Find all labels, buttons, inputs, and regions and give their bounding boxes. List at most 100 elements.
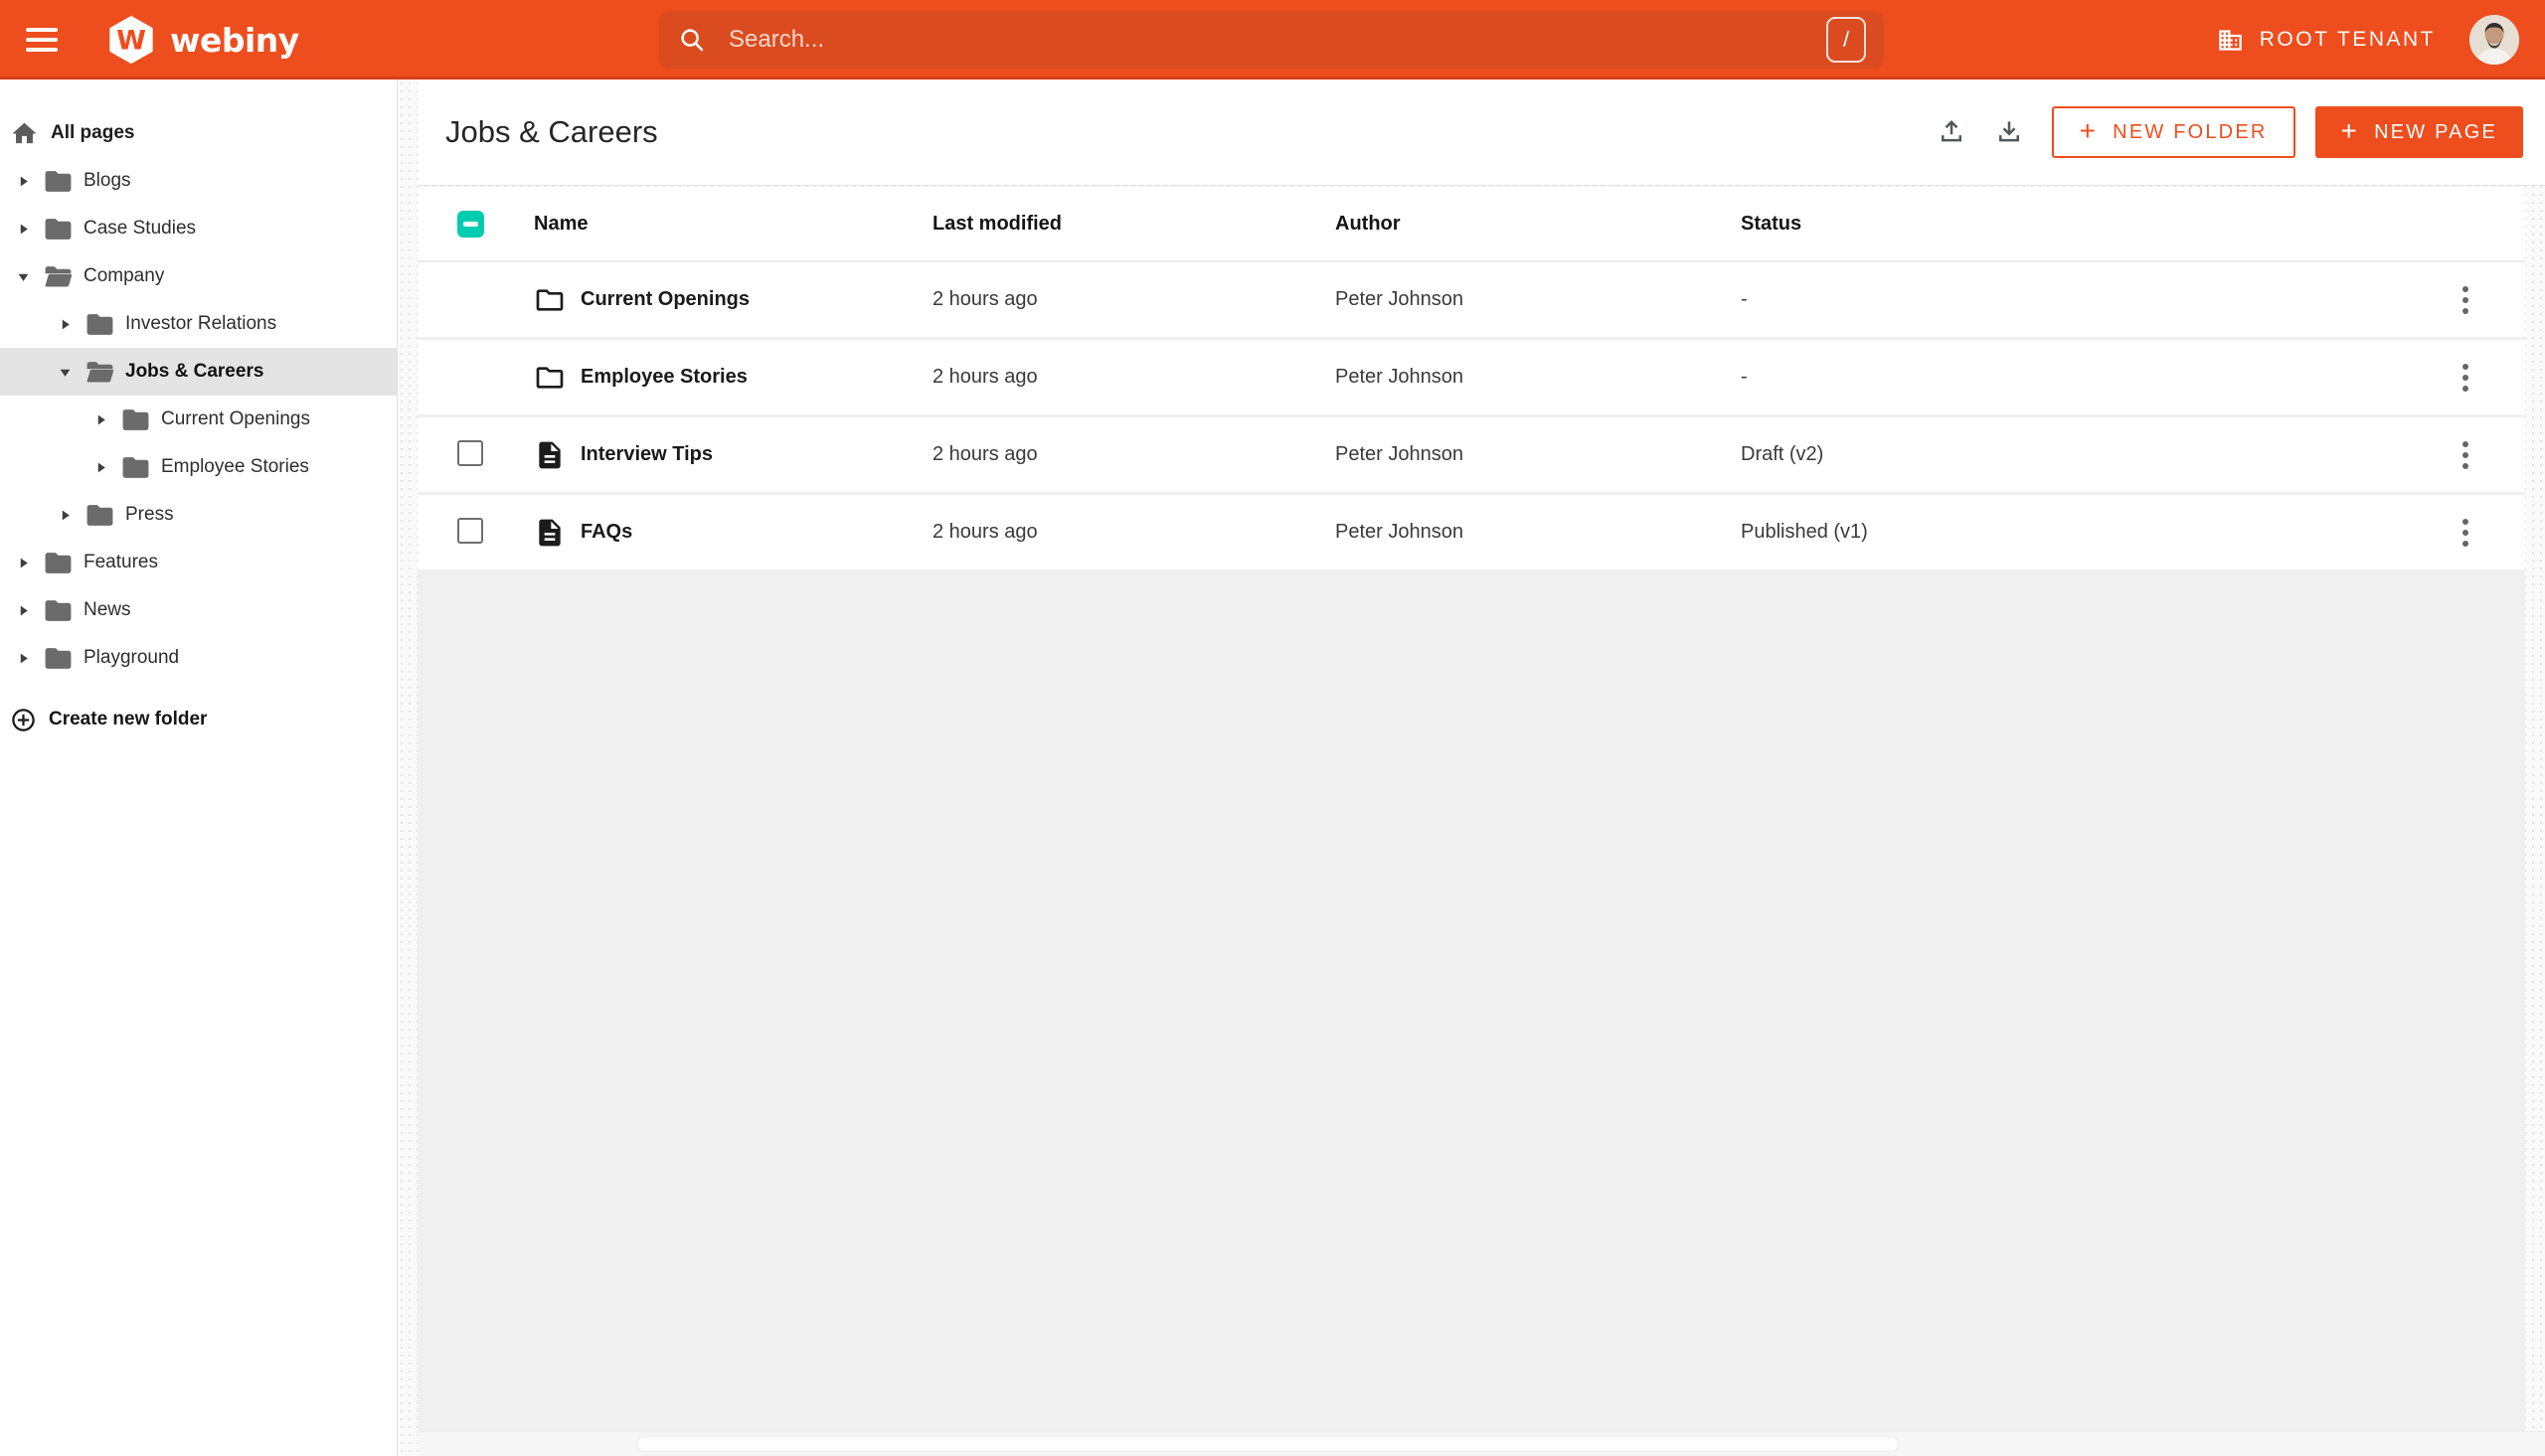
sidebar-item-label: News — [84, 599, 131, 620]
sidebar-item-company[interactable]: Company — [0, 252, 397, 300]
folder-tree-sidebar: All pages Blogs Case Studies Company Inv… — [0, 80, 398, 1456]
row-checkbox[interactable] — [457, 517, 483, 544]
sidebar-item-label: Blogs — [84, 170, 131, 191]
menu-icon[interactable] — [26, 17, 72, 63]
folder-closed-icon — [43, 214, 74, 244]
row-last-modified: 2 hours ago — [933, 366, 1038, 388]
caret-right-icon[interactable] — [93, 461, 107, 474]
search-bar[interactable]: / — [659, 11, 1884, 69]
folder-open-icon — [43, 261, 74, 292]
sidebar-item-all-pages[interactable]: All pages — [0, 109, 397, 157]
caret-right-icon[interactable] — [16, 223, 30, 236]
select-all-checkbox-indeterminate[interactable] — [457, 210, 484, 238]
table-row-current-openings[interactable]: Current Openings 2 hours ago Peter Johns… — [418, 262, 2525, 340]
slash-shortcut-badge: / — [1826, 17, 1866, 63]
avatar[interactable] — [2469, 15, 2519, 65]
brand-wordmark: webiny — [170, 20, 299, 60]
avatar-photo — [2469, 15, 2519, 65]
caret-down-icon[interactable] — [16, 270, 30, 283]
row-author: Peter Johnson — [1335, 521, 1463, 543]
sidebar-item-label: Company — [84, 265, 165, 286]
export-pages-button[interactable] — [1994, 117, 2024, 147]
column-header-name[interactable]: Name — [517, 213, 933, 236]
scrollbar-thumb[interactable] — [636, 1436, 1899, 1452]
row-actions-menu[interactable] — [2454, 432, 2477, 478]
sidebar-item-features[interactable]: Features — [0, 539, 397, 586]
row-status: - — [1741, 366, 1748, 388]
sidebar-item-current-openings[interactable]: Current Openings — [0, 396, 397, 443]
caret-right-icon[interactable] — [16, 175, 30, 188]
column-header-status[interactable]: Status — [1741, 213, 2406, 236]
row-status: - — [1741, 288, 1748, 310]
search-icon — [681, 29, 704, 52]
column-header-author[interactable]: Author — [1335, 213, 1741, 236]
row-author: Peter Johnson — [1335, 366, 1463, 388]
building-icon — [2219, 29, 2242, 51]
new-folder-button[interactable]: + NEW FOLDER — [2051, 106, 2295, 158]
row-author: Peter Johnson — [1335, 288, 1463, 310]
sidebar-item-label: Press — [125, 504, 174, 525]
topbar: W webiny / ROOT TENANT — [0, 0, 2545, 80]
sidebar-item-label: Employee Stories — [161, 456, 309, 477]
row-actions-menu[interactable] — [2454, 510, 2477, 556]
row-actions-menu[interactable] — [2454, 355, 2477, 401]
caret-right-icon[interactable] — [58, 318, 72, 331]
sidebar-item-label: Playground — [84, 647, 180, 668]
new-page-label: NEW PAGE — [2374, 120, 2497, 143]
folder-closed-icon — [43, 643, 74, 674]
sidebar-item-news[interactable]: News — [0, 586, 397, 634]
folder-closed-icon — [120, 452, 151, 483]
row-status: Draft (v2) — [1741, 443, 1824, 465]
row-last-modified: 2 hours ago — [933, 443, 1038, 465]
row-name: Current Openings — [581, 288, 751, 310]
caret-right-icon[interactable] — [16, 557, 30, 569]
new-page-button[interactable]: + NEW PAGE — [2314, 106, 2523, 158]
create-folder-label: Create new folder — [49, 709, 208, 729]
header-actions: + NEW FOLDER + NEW PAGE — [1937, 106, 2523, 158]
table-row-interview-tips[interactable]: Interview Tips 2 hours ago Peter Johnson… — [418, 417, 2525, 495]
search-input[interactable] — [729, 26, 1826, 54]
kebab-menu-icon — [2462, 285, 2468, 314]
plus-icon: + — [2079, 114, 2099, 146]
sidebar-item-jobs-careers[interactable]: Jobs & Careers — [0, 348, 397, 396]
row-checkbox[interactable] — [457, 439, 483, 466]
table-row-faqs[interactable]: FAQs 2 hours ago Peter Johnson Published… — [418, 495, 2525, 572]
caret-right-icon[interactable] — [58, 509, 72, 522]
row-name: Employee Stories — [581, 366, 748, 388]
page-header: Jobs & Careers + NEW FOLDER + NEW PAGE — [418, 80, 2545, 186]
create-new-folder-button[interactable]: Create new folder — [0, 696, 207, 743]
row-actions-menu[interactable] — [2454, 277, 2477, 323]
sidebar-item-case-studies[interactable]: Case Studies — [0, 205, 397, 252]
sidebar-item-employee-stories[interactable]: Employee Stories — [0, 443, 397, 491]
kebab-menu-icon — [2462, 440, 2468, 469]
plus-icon: + — [2340, 114, 2360, 146]
tenant-label: ROOT TENANT — [2259, 28, 2436, 51]
row-last-modified: 2 hours ago — [933, 521, 1038, 543]
upload-icon — [1941, 119, 1961, 142]
folder-icon — [536, 366, 564, 389]
page-title: Jobs & Careers — [445, 114, 658, 149]
sidebar-item-label: Current Openings — [161, 408, 310, 429]
sidebar-item-playground[interactable]: Playground — [0, 634, 397, 682]
caret-down-icon[interactable] — [58, 366, 72, 379]
new-folder-label: NEW FOLDER — [2113, 120, 2268, 143]
horizontal-scrollbar[interactable] — [418, 1431, 2545, 1456]
column-header-last-modified[interactable]: Last modified — [933, 213, 1335, 236]
sidebar-item-press[interactable]: Press — [0, 491, 397, 539]
table-row-employee-stories[interactable]: Employee Stories 2 hours ago Peter Johns… — [418, 340, 2525, 417]
sidebar-item-label: Features — [84, 552, 158, 572]
caret-right-icon[interactable] — [93, 413, 107, 426]
home-icon — [10, 119, 39, 148]
sidebar-item-blogs[interactable]: Blogs — [0, 157, 397, 205]
sidebar-item-investor-relations[interactable]: Investor Relations — [0, 300, 397, 348]
caret-right-icon[interactable] — [16, 652, 30, 665]
download-icon — [1998, 121, 2019, 142]
caret-right-icon[interactable] — [16, 604, 30, 617]
tenant-switcher[interactable]: ROOT TENANT — [2217, 0, 2436, 80]
folder-closed-icon — [120, 404, 151, 435]
row-name: Interview Tips — [581, 443, 714, 465]
sidebar-item-label: Jobs & Careers — [125, 361, 264, 382]
folder-closed-icon — [43, 166, 74, 197]
main-content: Jobs & Careers + NEW FOLDER + NEW PAGE N… — [398, 80, 2545, 1456]
import-pages-button[interactable] — [1937, 117, 1966, 147]
